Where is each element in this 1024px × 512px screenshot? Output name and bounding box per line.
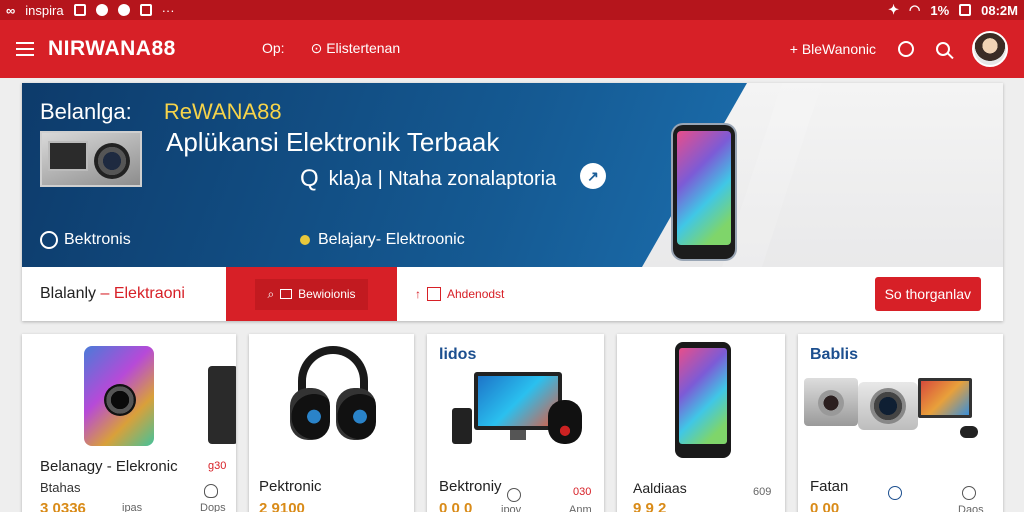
hero-card: Belanlga: ReWANA88 Aplükansi Elektronik … — [22, 83, 1003, 321]
app-icon — [95, 4, 108, 16]
product-card[interactable]: Belanagy - Elekronic g30 Btahas 3 0336 i… — [22, 334, 236, 512]
product-action[interactable]: Anm — [569, 504, 592, 512]
brand-small-label: Bektronis — [64, 231, 131, 248]
filter-label: Ahdenodst — [447, 287, 505, 301]
hero-banner: Belanlga: ReWANA88 Aplükansi Elektronik … — [22, 83, 1003, 267]
product-meta: ipas — [122, 502, 143, 512]
camera-product-image — [40, 131, 142, 187]
smartphone-image — [673, 125, 735, 259]
product-meta: ipov — [501, 504, 522, 512]
product-price: 2 9100 — [259, 500, 305, 512]
product-subtitle: Btahas — [40, 480, 81, 495]
hero-title-accent: ReWANA88 — [163, 99, 282, 124]
product-card[interactable]: lidos Bektroniy 030 0 0 0 ipov Anm — [427, 334, 604, 512]
hero-tagline-text: Belajary- Elektroonic — [318, 231, 465, 248]
avatar[interactable] — [972, 31, 1008, 67]
product-name: Pektronic — [259, 478, 322, 495]
filter-option[interactable]: ↑ Ahdenodst — [415, 287, 504, 301]
checkbox[interactable] — [427, 287, 441, 301]
nav-item-op[interactable]: Op: — [262, 40, 285, 57]
search-icon: Q — [300, 165, 319, 192]
product-badge: 609 — [753, 486, 772, 498]
status-bar: ∞ inspira ··· ✦ ◠ 1% 08:2M — [0, 0, 1024, 20]
favorite-icon[interactable] — [888, 486, 902, 500]
product-image-phone — [84, 346, 154, 446]
product-image-headphones — [290, 346, 376, 444]
chat-icon[interactable] — [898, 41, 914, 57]
monitor-stand — [510, 430, 526, 440]
product-price: 0 0 0 — [439, 500, 473, 512]
hero-tagline: Belajary- Elektroonic — [300, 231, 465, 249]
nav-item-elistertenan-label: Elistertenan — [326, 40, 401, 56]
product-name: Aaldiaas — [633, 480, 687, 496]
product-image-laptop — [918, 378, 972, 418]
message-icon — [139, 4, 152, 16]
product-image-phone-dark — [208, 366, 236, 444]
clock: 08:2M — [981, 2, 1018, 18]
hero-search[interactable]: Q kla)a | Ntaha zonalaptoria — [300, 165, 556, 193]
product-image-speaker — [452, 408, 472, 444]
product-action[interactable]: Daos — [958, 504, 984, 512]
product-badge: 030 — [573, 486, 592, 498]
category-label-dark: Blalanly — [40, 285, 97, 302]
nav-item-elistertenan[interactable]: ⊙ Elistertenan — [311, 40, 401, 57]
product-price: 3 0336 — [40, 500, 86, 512]
arrow-up-icon: ↑ — [415, 287, 421, 301]
cta-button[interactable]: So thorganlav — [874, 277, 981, 311]
product-badge: g30 — [208, 460, 227, 472]
favorite-icon[interactable] — [204, 484, 218, 498]
product-image-camera-small — [804, 378, 858, 426]
product-name: Belanagy - Elekronic — [40, 458, 178, 475]
infinity-icon: ∞ — [6, 2, 16, 18]
hero-title: Belanlga: ReWANA88 — [40, 99, 282, 125]
product-name: Fatan — [810, 478, 849, 495]
hero-title-prefix: Belanlga: — [40, 99, 132, 124]
battery-icon — [959, 4, 972, 16]
hero-subtitle: Aplükansi Elektronik Terbaak — [166, 127, 500, 157]
search-icon[interactable] — [936, 42, 950, 56]
search-icon: ⌕ — [267, 286, 275, 301]
location-icon: ✦ — [888, 2, 899, 17]
brand-logo-icon — [40, 231, 58, 249]
trend-icon[interactable]: ↗ — [580, 163, 606, 189]
brand-small: Bektronis — [40, 231, 131, 249]
more-icon: ··· — [161, 2, 175, 18]
product-image-camera — [858, 382, 918, 430]
product-action[interactable]: Dops — [200, 502, 226, 512]
hero-search-text: kla)a | Ntaha zonalaptoria — [328, 167, 557, 190]
app-bar: NIRWANA88 Op: ⊙ Elistertenan + BleWanoni… — [0, 20, 1024, 78]
battery-percent: 1% — [930, 2, 950, 18]
category-label-red: – Elektraoni — [100, 285, 185, 302]
product-card[interactable]: Pektronic 2 9100 — [249, 334, 414, 512]
carrier-label: inspira — [25, 2, 64, 18]
hero-action-bar: Blalanly – Elektraoni ⌕ Bewioionis ↑ Ahd… — [22, 267, 1003, 321]
product-tag: Bablis — [810, 346, 859, 363]
product-image-mouse — [960, 426, 978, 438]
nav-item-blewanonic[interactable]: + BleWanonic — [790, 41, 876, 57]
wifi-icon: ◠ — [909, 2, 921, 17]
tab-search[interactable]: ⌕ Bewioionis — [226, 267, 397, 321]
settings-icon — [117, 4, 130, 16]
product-name: Bektroniy — [439, 478, 502, 495]
product-price: 9 9 2 — [633, 500, 667, 512]
share-icon[interactable] — [962, 486, 976, 500]
tagline-dot-icon — [300, 235, 310, 245]
product-price: 0 00 — [810, 500, 840, 512]
tab-search-label: Bewioionis — [298, 287, 356, 301]
square-icon — [280, 289, 293, 299]
brand-title: NIRWANA88 — [48, 37, 176, 60]
product-image-headset — [548, 400, 582, 444]
favorite-icon[interactable] — [507, 488, 521, 502]
product-card[interactable]: Bablis Fatan 0 00 Daos — [798, 334, 1003, 512]
menu-icon[interactable] — [16, 42, 34, 56]
notification-icon — [73, 4, 86, 16]
product-image-smartphone — [675, 342, 731, 458]
product-card[interactable]: Aaldiaas 609 9 9 2 — [617, 334, 785, 512]
category-label: Blalanly – Elektraoni — [22, 285, 226, 303]
product-tag: lidos — [439, 346, 477, 363]
